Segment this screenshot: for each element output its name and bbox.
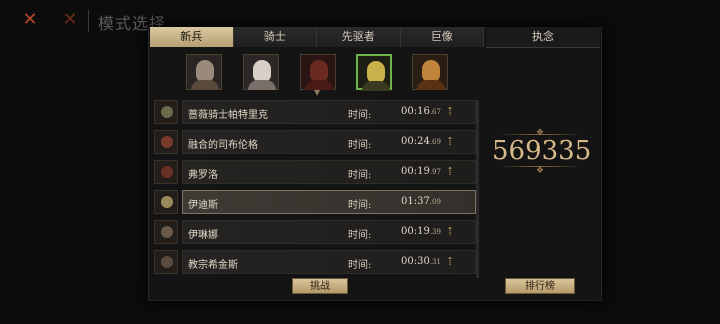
boss-avatar-icon	[154, 100, 178, 124]
boss-avatar-icon	[154, 130, 178, 154]
time-label: 时间:	[348, 110, 372, 121]
portrait-row: ▼	[150, 48, 484, 97]
time-value: 00:19.97	[401, 166, 441, 177]
upgrade-arrow-icon[interactable]: ⇡	[443, 164, 457, 180]
boss-avatar-icon	[154, 190, 178, 214]
header-divider	[88, 10, 89, 32]
tab-obsession[interactable]: 执念	[486, 27, 600, 48]
time-value: 01:37.09	[401, 196, 441, 207]
tab-recruit[interactable]: 新兵	[150, 27, 234, 47]
boss-name: 教宗希金斯	[188, 260, 238, 271]
time-label: 时间:	[348, 140, 372, 151]
caret-down-icon: ▼	[314, 88, 321, 97]
upgrade-arrow-icon[interactable]: ⇡	[443, 224, 457, 240]
upgrade-arrow-icon[interactable]: ⇡	[443, 104, 457, 120]
leaderboard-button[interactable]: 排行榜	[505, 278, 575, 294]
back-x-icon[interactable]: ✕	[60, 10, 80, 30]
time-value: 00:19.39	[401, 226, 441, 237]
list-item[interactable]: 教宗希金斯 时间: 00:30.31 ⇡	[150, 250, 480, 276]
challenge-button[interactable]: 挑战	[292, 278, 348, 294]
red-hood-portrait-icon[interactable]	[300, 54, 336, 90]
time-label: 时间:	[348, 170, 372, 181]
time-value: 00:30.31	[401, 256, 441, 267]
obsession-score: 569335	[492, 136, 592, 166]
list-item[interactable]: 伊琳娜 时间: 00:19.39 ⇡	[150, 220, 480, 246]
tab-knight[interactable]: 骑士	[233, 27, 317, 47]
boss-avatar-icon	[154, 220, 178, 244]
boss-avatar-icon	[154, 250, 178, 274]
time-label: 时间:	[348, 230, 372, 241]
boss-name: 蔷薇骑士帕特里克	[188, 110, 268, 121]
boss-name: 伊琳娜	[188, 230, 218, 241]
close-x-icon[interactable]: ✕	[20, 10, 40, 30]
list-item[interactable]: 融合的司布伦格 时间: 00:24.69 ⇡	[150, 130, 480, 156]
golden-mask-portrait-icon[interactable]	[356, 54, 392, 91]
boss-name: 弗罗洛	[188, 170, 218, 181]
tab-colossus[interactable]: 巨像	[400, 27, 484, 47]
time-label: 时间:	[348, 200, 372, 211]
list-scrollbar[interactable]	[476, 100, 479, 278]
upgrade-arrow-icon[interactable]: ⇡	[443, 134, 457, 150]
list-item[interactable]: 伊迪斯 时间: 01:37.09	[150, 190, 480, 216]
upgrade-arrow-icon[interactable]: ⇡	[443, 254, 457, 270]
time-label: 时间:	[348, 260, 372, 271]
list-item[interactable]: 蔷薇骑士帕特里克 时间: 00:16.67 ⇡	[150, 100, 480, 126]
blonde-warrior-portrait-icon[interactable]	[412, 54, 448, 90]
time-value: 00:16.67	[401, 106, 441, 117]
old-man-portrait-icon[interactable]	[186, 54, 222, 90]
white-hair-woman-portrait-icon[interactable]	[243, 54, 279, 90]
boss-name: 融合的司布伦格	[188, 140, 258, 151]
time-value: 00:24.69	[401, 136, 441, 147]
score-divider-top	[498, 134, 582, 135]
boss-name: 伊迪斯	[188, 200, 218, 211]
ornament-bottom-icon: ❖	[535, 166, 545, 176]
tab-pioneer[interactable]: 先驱者	[317, 27, 401, 47]
list-item[interactable]: 弗罗洛 时间: 00:19.97 ⇡	[150, 160, 480, 186]
difficulty-tabs: 新兵 骑士 先驱者 巨像	[150, 27, 484, 47]
boss-avatar-icon	[154, 160, 178, 184]
